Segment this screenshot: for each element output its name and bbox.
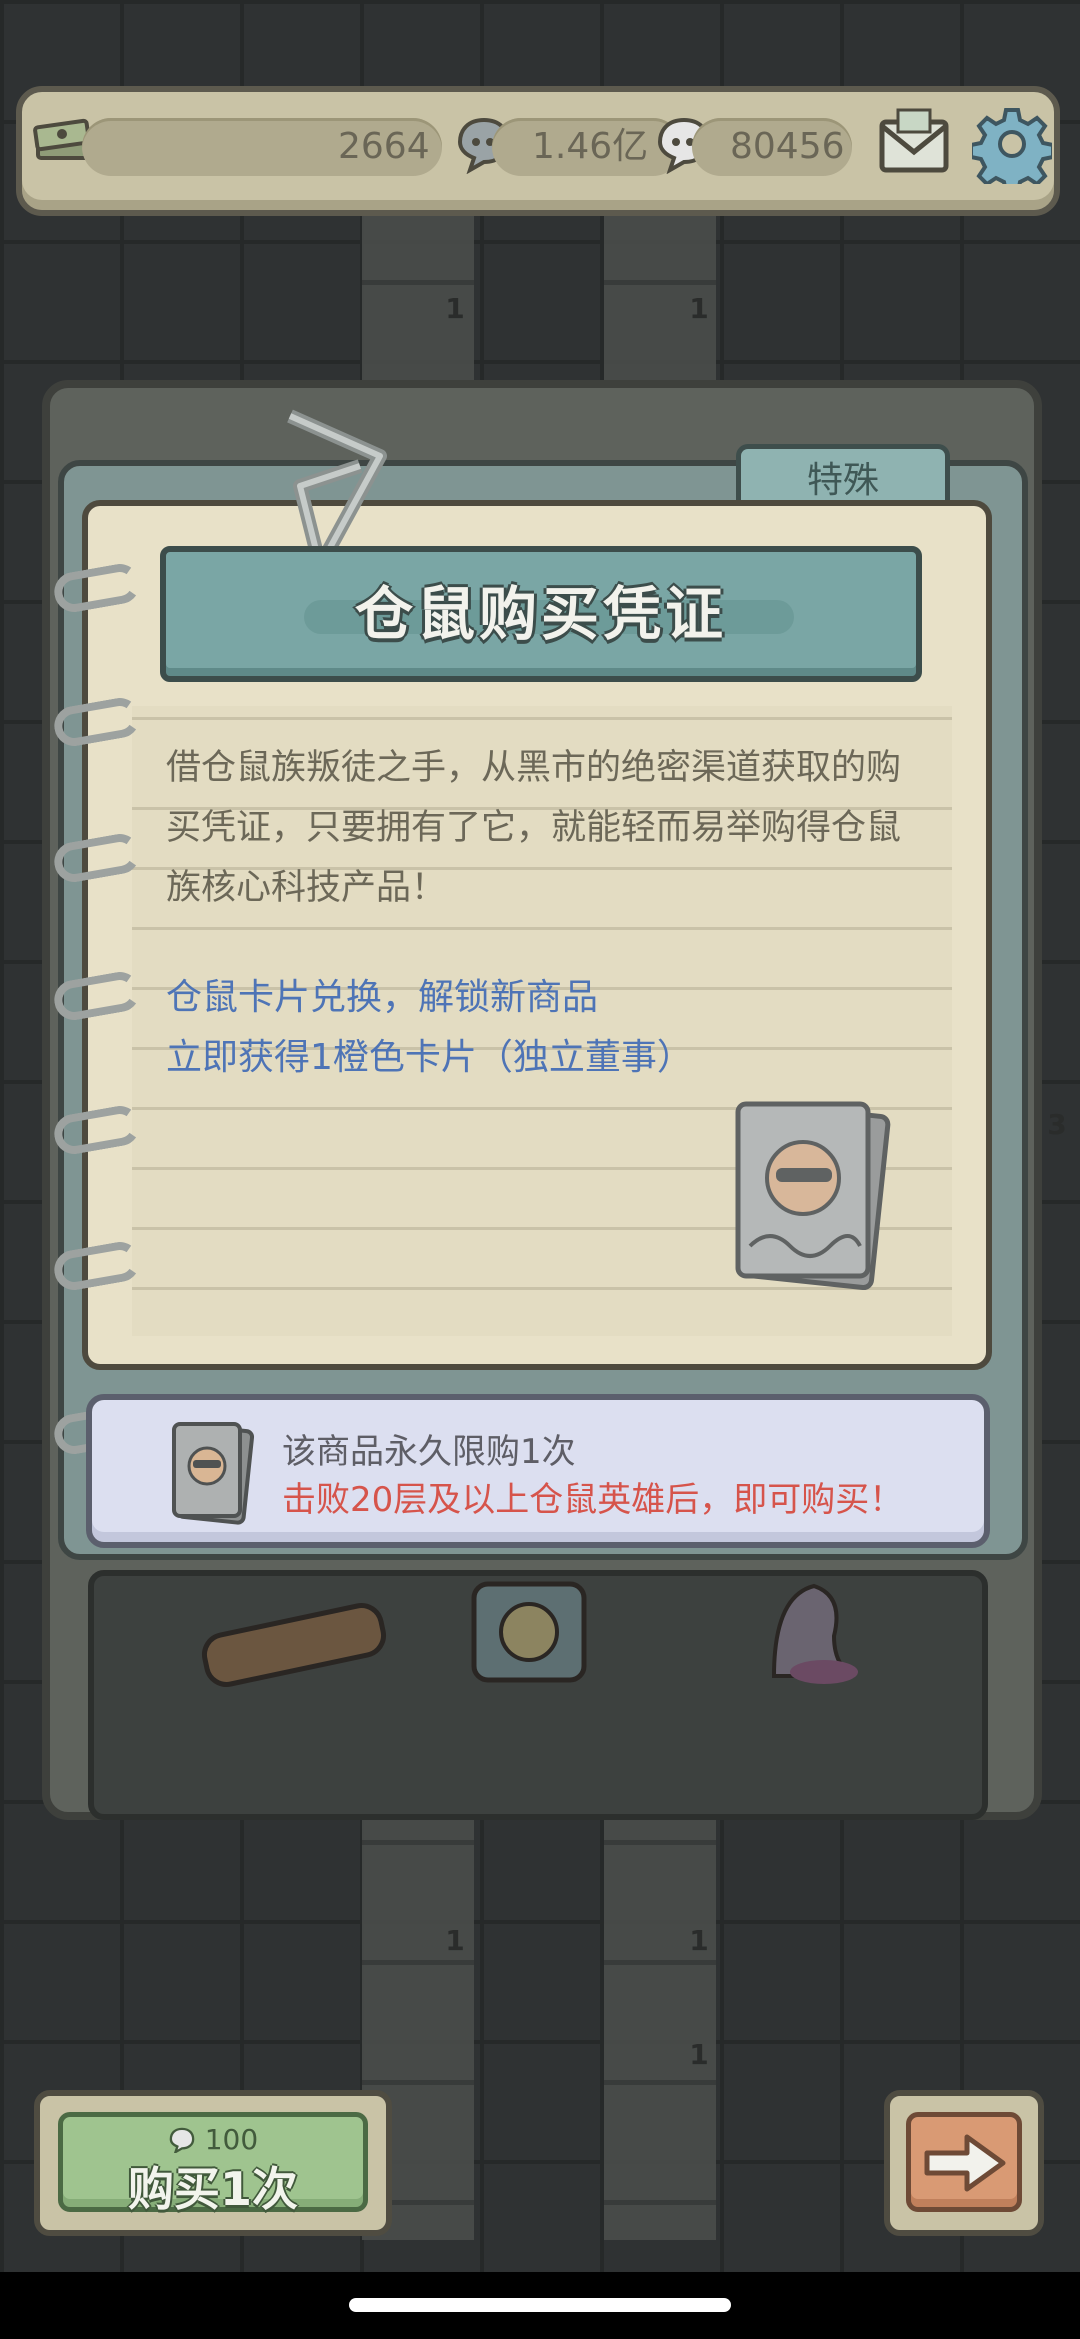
resource-bar: 2664 1.46亿 80456 [16,86,1060,216]
souls-value: 80456 [730,126,845,167]
cash-value: 2664 [338,126,430,167]
item-description: 借仓鼠族叛徒之手，从黑市的绝密渠道获取的购买凭证，只要拥有了它，就能轻而易举购得… [166,748,902,908]
arrow-right-icon [924,2134,1006,2192]
ghost-figure-icon [771,1583,858,1684]
reward-list: 仓鼠卡片兑换，解锁新商品 立即获得1橙色卡片（独立董事） [166,968,926,1088]
hamster-card-small-icon [172,1422,255,1525]
tile-number: 3 [1047,1108,1067,1141]
home-indicator[interactable] [349,2298,731,2312]
item-title: 仓鼠购买凭证 [354,580,727,648]
buy-cost-value: 100 [204,2123,259,2156]
hamster-card-icon [735,1101,891,1291]
limit-text: 该商品永久限购1次 [282,1432,576,1472]
telescope-icon [201,1603,387,1687]
machine-shelf [88,1570,988,1820]
unlock-requirement-text: 击败20层及以上仓鼠英雄后，即可购买！ [282,1480,904,1520]
next-button-face[interactable] [906,2112,1022,2212]
next-button[interactable] [884,2090,1044,2236]
tile-number: 1 [445,292,465,325]
reward-line: 立即获得1橙色卡片（独立董事） [166,1037,693,1078]
ghost-bubble-icon [169,2127,195,2155]
tile-number: 1 [689,292,709,325]
buy-button-face[interactable]: 100 购买1次 [58,2112,368,2216]
tile-number: 1 [689,1924,709,1957]
tile-number: 1 [445,1924,465,1957]
purchase-limit-panel: 该商品永久限购1次 击败20层及以上仓鼠英雄后，即可购买！ [86,1394,990,1548]
buy-button[interactable]: 100 购买1次 [34,2090,392,2236]
gear-icon[interactable] [972,104,1052,184]
buy-label: 购买1次 [127,2162,298,2216]
mail-icon[interactable] [874,104,954,184]
tile-number: 1 [689,2038,709,2071]
buy-cost: 100 [63,2123,363,2156]
reward-line: 仓鼠卡片兑换，解锁新商品 [166,977,599,1018]
gear-device-icon [471,1581,587,1683]
item-title-plate: 仓鼠购买凭证 [160,546,922,682]
gems-value: 1.46亿 [532,126,649,167]
